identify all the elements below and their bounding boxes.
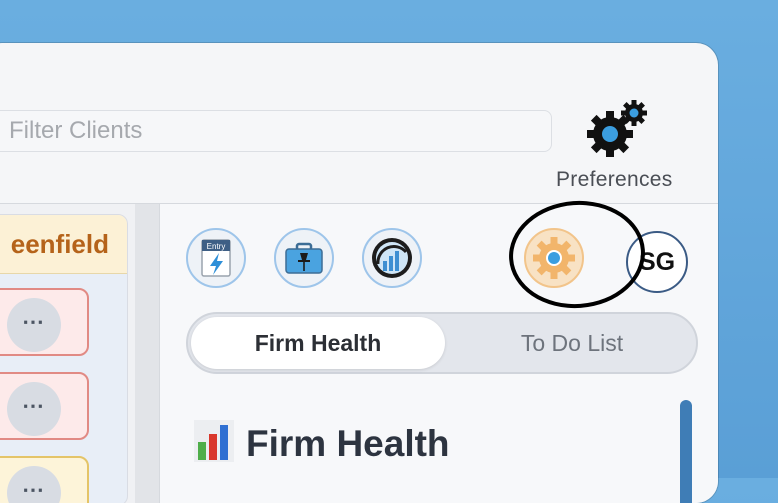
tab-firm-health[interactable]: Firm Health bbox=[191, 317, 445, 369]
client-card[interactable]: ⋯ bbox=[0, 456, 89, 503]
entry-icon: Entry bbox=[201, 239, 231, 277]
user-avatar[interactable]: SG bbox=[626, 231, 688, 293]
board-scroll-gutter[interactable] bbox=[135, 204, 159, 503]
search-input[interactable] bbox=[9, 111, 551, 151]
view-tabs: Firm Health To Do List bbox=[186, 312, 698, 374]
gauge-chart-icon bbox=[372, 238, 412, 278]
section-title-text: Firm Health bbox=[246, 423, 450, 464]
tab-to-do-list[interactable]: To Do List bbox=[448, 317, 696, 369]
panel-scrollbar[interactable] bbox=[680, 400, 692, 503]
entry-button[interactable]: Entry bbox=[186, 228, 246, 288]
dashboard-button[interactable] bbox=[362, 228, 422, 288]
briefcase-pin-icon bbox=[285, 242, 323, 274]
firm-panel: Entry SG Firm Health To Do List Firm Hea… bbox=[160, 204, 718, 503]
gears-icon bbox=[587, 100, 647, 157]
board-column: eenfield ⋯ ⋯ ⋯ bbox=[0, 214, 128, 503]
pinned-work-button[interactable] bbox=[274, 228, 334, 288]
more-options-icon[interactable]: ⋯ bbox=[7, 382, 61, 436]
settings-gear-icon bbox=[533, 237, 575, 279]
app-window: Preferences eenfield ⋯ ⋯ ⋯ Entry bbox=[0, 43, 718, 503]
client-card[interactable]: ⋯ bbox=[0, 288, 89, 356]
client-card[interactable]: ⋯ bbox=[0, 372, 89, 440]
preferences-label: Preferences bbox=[556, 168, 673, 191]
preferences-button[interactable]: Preferences bbox=[556, 88, 706, 198]
settings-button[interactable] bbox=[524, 228, 584, 288]
more-options-icon[interactable]: ⋯ bbox=[7, 466, 61, 503]
svg-text:Entry: Entry bbox=[207, 242, 226, 251]
more-options-icon[interactable]: ⋯ bbox=[7, 298, 61, 352]
column-header: eenfield bbox=[0, 215, 127, 274]
filter-clients-search[interactable] bbox=[0, 110, 552, 152]
section-title: Firm Health bbox=[196, 419, 450, 469]
